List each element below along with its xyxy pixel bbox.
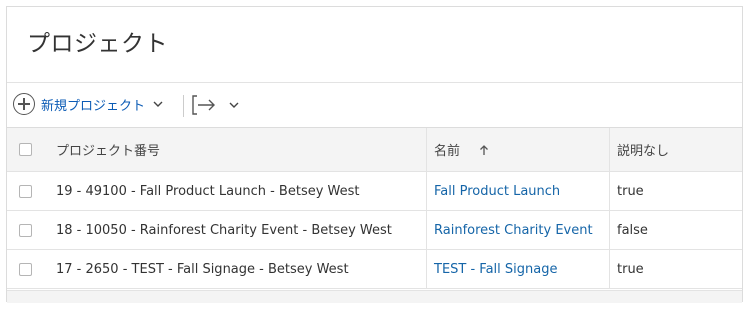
select-all-cell [7,128,44,171]
project-name-link[interactable]: TEST - Fall Signage [434,262,557,277]
projects-panel: プロジェクト 新規プロジェクト プロジェクト番号 名前 説明なし 19 - 49… [6,6,743,303]
no-description-cell: false [617,222,648,238]
sort-ascending-icon [480,144,488,155]
new-project-label: 新規プロジェクト [41,98,146,114]
select-all-checkbox[interactable] [19,143,32,156]
row-select-cell [7,172,44,210]
column-label: 名前 [434,144,461,159]
table-row: 17 - 2650 - TEST - Fall Signage - Betsey… [7,250,742,289]
project-name-cell: TEST - Fall Signage [427,250,610,288]
row-checkbox[interactable] [19,184,32,198]
project-name-cell: Rainforest Charity Event [427,211,610,249]
column-header-project-number[interactable]: プロジェクト番号 [44,128,427,171]
table-row: 19 - 49100 - Fall Product Launch - Betse… [7,172,742,211]
chevron-down-icon [153,101,163,107]
table-row: 18 - 10050 - Rainforest Charity Event - … [7,211,742,250]
projects-table: プロジェクト番号 名前 説明なし 19 - 49100 - Fall Produ… [7,127,742,289]
page-title: プロジェクト [27,31,168,57]
row-checkbox[interactable] [19,223,32,237]
table-header-row: プロジェクト番号 名前 説明なし [7,128,742,172]
column-header-name[interactable]: 名前 [427,128,610,171]
table-footer [7,290,742,303]
toolbar: 新規プロジェクト [7,83,742,127]
column-label: 説明なし [617,144,670,159]
row-select-cell [7,211,44,249]
project-name-link[interactable]: Fall Product Launch [434,184,560,199]
project-name-cell: Fall Product Launch [427,172,610,210]
no-description-cell: true [617,261,644,277]
export-arrow-icon [192,95,215,115]
column-label: プロジェクト番号 [56,144,161,159]
export-button[interactable] [191,92,239,118]
new-project-button[interactable]: 新規プロジェクト [13,91,163,117]
project-number-cell: 18 - 10050 - Rainforest Charity Event - … [44,211,427,249]
project-number-cell: 17 - 2650 - TEST - Fall Signage - Betsey… [44,250,427,288]
project-name-link[interactable]: Rainforest Charity Event [434,223,593,238]
no-description-cell: true [617,183,644,199]
toolbar-divider [183,95,184,117]
chevron-down-icon [229,102,239,108]
plus-circle-icon [13,93,35,115]
row-select-cell [7,250,44,288]
title-bar: プロジェクト [7,7,742,83]
project-number-cell: 19 - 49100 - Fall Product Launch - Betse… [44,172,427,210]
column-header-no-description[interactable]: 説明なし [610,128,744,171]
row-checkbox[interactable] [19,262,32,276]
